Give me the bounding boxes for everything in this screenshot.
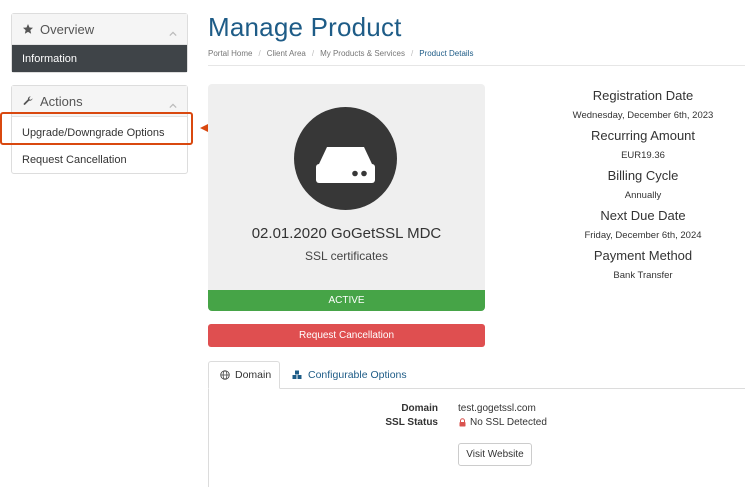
chevron-up-icon[interactable] [169, 97, 177, 109]
highlight-box [0, 112, 193, 145]
breadcrumb-current: Product Details [419, 49, 474, 58]
next-due-date-label: Next Due Date [600, 208, 686, 223]
recurring-amount-label: Recurring Amount [590, 128, 696, 143]
product-group: SSL certificates [305, 249, 388, 263]
billing-cycle-value: Annually [624, 190, 662, 201]
tab-label: Domain [235, 369, 272, 381]
sidebar-item-label: Request Cancellation [22, 153, 127, 166]
breadcrumb-separator: / [258, 49, 261, 58]
domain-label: Domain [401, 403, 438, 414]
breadcrumb-separator: / [311, 49, 315, 58]
breadcrumb-separator: / [411, 49, 414, 58]
ssl-status: No SSL Detected [458, 417, 547, 428]
billing-cycle-label: Billing Cycle [607, 168, 679, 183]
page-title: Manage Product [208, 12, 402, 42]
ssl-status-label: SSL Status [385, 417, 438, 428]
visit-website-button[interactable]: Visit Website [458, 443, 532, 466]
breadcrumb: Portal Home / Client Area / My Products … [208, 49, 745, 66]
actions-panel-title: Actions [40, 93, 83, 109]
overview-panel-header[interactable]: Overview [12, 14, 187, 45]
next-due-date-value: Friday, December 6th, 2024 [584, 230, 702, 241]
tab-domain[interactable]: Domain [208, 361, 280, 389]
payment-method-value: Bank Transfer [613, 270, 673, 281]
recurring-amount-value: EUR19.36 [621, 150, 665, 161]
tab-content-border [208, 389, 209, 487]
breadcrumb-my-products[interactable]: My Products & Services [320, 49, 405, 58]
product-name: 02.01.2020 GoGetSSL MDC [251, 225, 442, 242]
wrench-icon [22, 95, 34, 107]
sidebar-item-information[interactable]: Information [12, 45, 187, 72]
payment-method-label: Payment Method [593, 248, 693, 263]
server-icon [294, 107, 397, 210]
overview-panel: Overview Information [11, 13, 188, 73]
sidebar-item-request-cancellation[interactable]: Request Cancellation [12, 146, 187, 173]
request-cancellation-button[interactable]: Request Cancellation [208, 324, 485, 347]
cubes-icon [292, 370, 303, 380]
domain-value: test.gogetssl.com [458, 403, 536, 414]
breadcrumb-portal-home[interactable]: Portal Home [208, 49, 252, 58]
chevron-up-icon[interactable] [169, 25, 177, 37]
registration-date-label: Registration Date [592, 88, 694, 103]
registration-date-value: Wednesday, December 6th, 2023 [572, 110, 714, 121]
star-icon [22, 23, 34, 35]
ssl-status-value: No SSL Detected [470, 417, 547, 428]
lock-icon [458, 418, 467, 427]
product-details: Registration Date Wednesday, December 6t… [560, 86, 726, 286]
breadcrumb-client-area[interactable]: Client Area [267, 49, 306, 58]
overview-panel-title: Overview [40, 21, 95, 37]
sidebar-item-label: Information [22, 52, 78, 65]
tab-label: Configurable Options [308, 369, 407, 381]
tab-configurable-options[interactable]: Configurable Options [281, 361, 418, 389]
status-badge: ACTIVE [208, 290, 485, 311]
product-card: 02.01.2020 GoGetSSL MDC SSL certificates… [208, 84, 485, 311]
globe-icon [220, 370, 230, 380]
